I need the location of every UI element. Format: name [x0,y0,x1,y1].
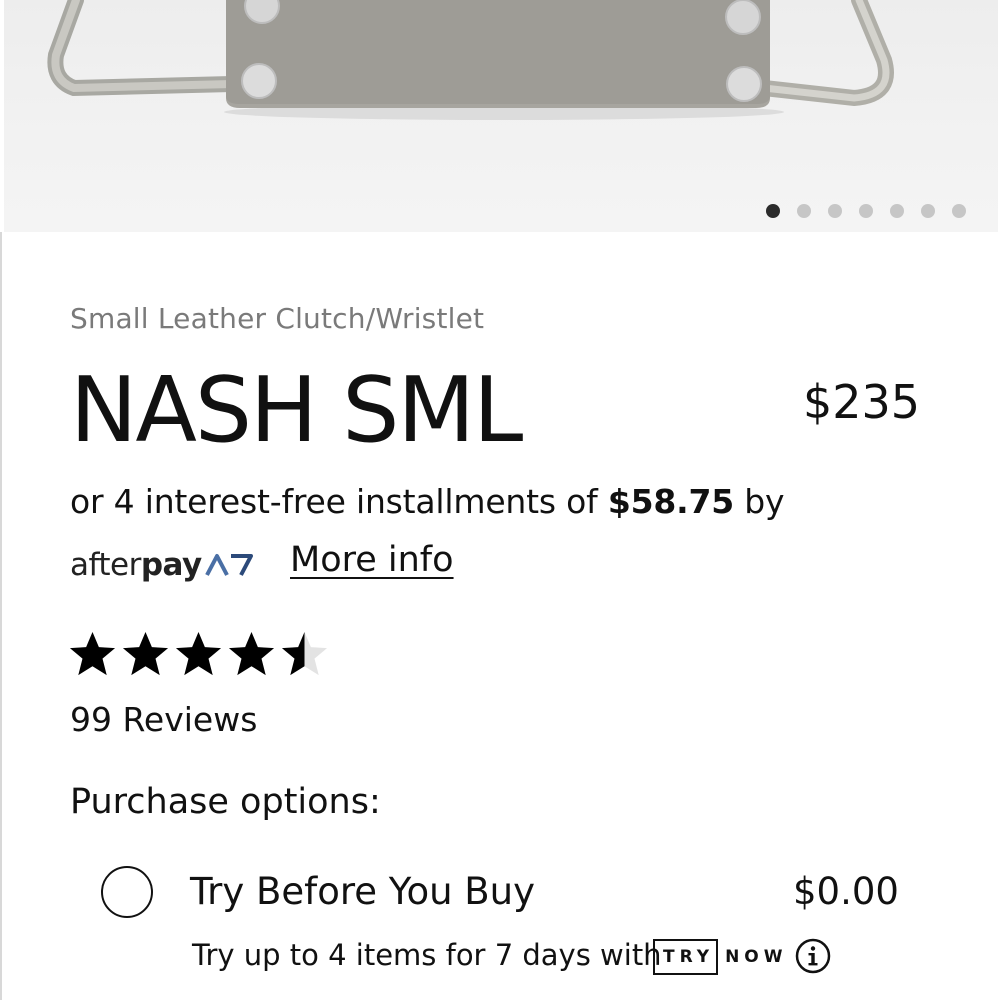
installment-amount: $58.75 [607,482,735,521]
afterpay-more-info-link[interactable]: More info [290,540,454,580]
installments-suffix: by [734,482,785,521]
trynow-badge-boxed: TRY [653,938,719,975]
star-icon [122,631,169,676]
afterpay-row: after pay More info [70,540,454,590]
installments-prefix: or 4 interest-free installments of [70,482,608,521]
left-divider [0,232,2,1000]
rating-stars [68,630,329,679]
carousel-dot[interactable] [952,204,966,218]
try-before-you-buy-price: $0.00 [793,870,899,913]
try-before-you-buy-radio[interactable] [101,866,153,918]
star-icon [228,631,275,676]
product-image-carousel[interactable] [4,0,998,232]
trynow-badge-plain: NOW [725,946,788,967]
carousel-dot[interactable] [766,204,780,218]
carousel-dot[interactable] [921,204,935,218]
carousel-pagination[interactable] [766,204,966,218]
purchase-options-label: Purchase options: [70,782,381,822]
afterpay-logo: after pay [70,547,256,583]
afterpay-logo-bold: pay [140,547,202,583]
try-before-you-buy-label[interactable]: Try Before You Buy [190,870,535,913]
info-icon[interactable] [795,938,831,974]
carousel-dot[interactable] [859,204,873,218]
star-icon [69,631,116,676]
star-icon [175,631,222,676]
carousel-dot[interactable] [797,204,811,218]
product-category: Small Leather Clutch/Wristlet [70,302,485,335]
afterpay-arrows-icon [204,554,253,576]
reviews-link[interactable]: 99 Reviews [70,700,257,739]
product-image [47,0,894,120]
product-title: NASH SML [70,358,523,463]
try-before-you-buy-description: Try up to 4 items for 7 days with [192,938,662,972]
trynow-badge: TRY NOW [653,938,788,975]
carousel-dot[interactable] [828,204,842,218]
afterpay-installments: or 4 interest-free installments of $58.7… [70,482,785,521]
afterpay-logo-regular: after [70,547,141,583]
star-icon [281,631,328,676]
product-price: $235 [803,375,921,429]
carousel-dot[interactable] [890,204,904,218]
